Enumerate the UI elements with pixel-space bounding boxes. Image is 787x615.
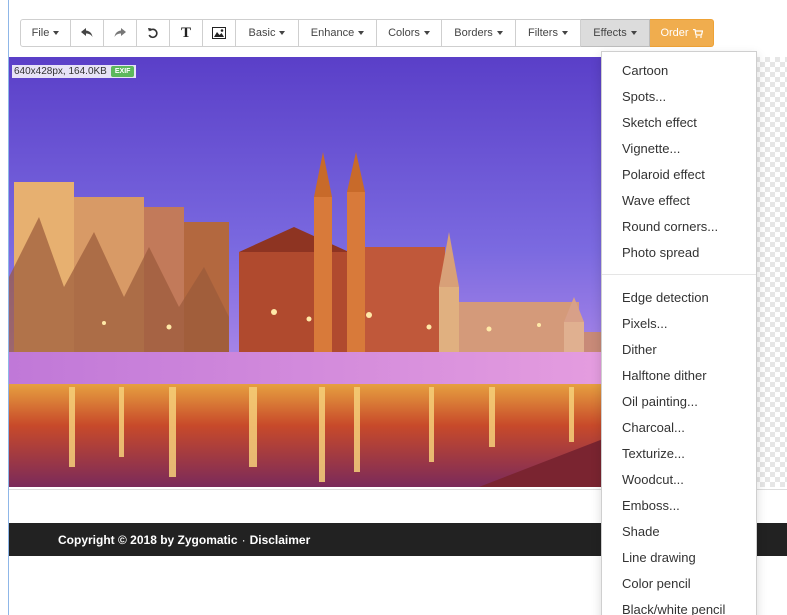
order-button[interactable]: Order [650, 19, 714, 47]
enhance-menu-label: Enhance [310, 27, 355, 39]
menu-item-black-white-pencil[interactable]: Black/white pencil [602, 597, 756, 615]
file-menu-button[interactable]: File [20, 19, 71, 47]
menu-item-emboss[interactable]: Emboss... [602, 493, 756, 519]
menu-item-wave-effect[interactable]: Wave effect [602, 188, 756, 214]
image-icon [212, 27, 226, 39]
effects-dropdown-menu: Cartoon Spots... Sketch effect Vignette.… [601, 51, 757, 615]
borders-menu-label: Borders [454, 27, 493, 39]
enhance-menu-button[interactable]: Enhance [299, 19, 377, 47]
menu-item-color-pencil[interactable]: Color pencil [602, 571, 756, 597]
menu-item-shade[interactable]: Shade [602, 519, 756, 545]
menu-item-halftone-dither[interactable]: Halftone dither [602, 363, 756, 389]
image-size-text: 640x428px, 164.0KB [14, 66, 107, 77]
caret-down-icon [279, 31, 286, 35]
text-tool-button[interactable]: T [170, 19, 203, 47]
menu-item-woodcut[interactable]: Woodcut... [602, 467, 756, 493]
colors-menu-button[interactable]: Colors [377, 19, 442, 47]
borders-menu-button[interactable]: Borders [442, 19, 516, 47]
menu-item-edge-detection[interactable]: Edge detection [602, 285, 756, 311]
undo-icon [81, 28, 93, 37]
redo-icon [114, 28, 126, 37]
colors-menu-label: Colors [388, 27, 420, 39]
order-label: Order [660, 27, 689, 39]
caret-down-icon [630, 31, 637, 35]
rotate-button[interactable] [137, 19, 170, 47]
menu-item-cartoon[interactable]: Cartoon [602, 58, 756, 84]
rotate-icon [148, 28, 158, 39]
caret-down-icon [561, 31, 568, 35]
caret-down-icon [53, 31, 60, 35]
undo-button[interactable] [71, 19, 104, 47]
exif-badge[interactable]: EXIF [110, 66, 135, 77]
image-info: 640x428px, 164.0KB EXIF [12, 65, 137, 78]
copyright-text: Copyright © 2018 by Zygomatic [58, 532, 238, 547]
menu-item-pixels[interactable]: Pixels... [602, 311, 756, 337]
footer-separator: · [241, 532, 246, 547]
caret-down-icon [496, 31, 503, 35]
basic-menu-button[interactable]: Basic [236, 19, 299, 47]
menu-item-vignette[interactable]: Vignette... [602, 136, 756, 162]
editor-toolbar: File T Basic Enhance Colors Borders Filt… [20, 19, 714, 47]
effects-menu-button[interactable]: Effects [581, 19, 650, 47]
menu-item-round-corners[interactable]: Round corners... [602, 214, 756, 240]
menu-divider [602, 274, 756, 275]
menu-item-oil-painting[interactable]: Oil painting... [602, 389, 756, 415]
disclaimer-link[interactable]: Disclaimer [250, 533, 311, 547]
menu-item-texturize[interactable]: Texturize... [602, 441, 756, 467]
text-icon: T [180, 24, 191, 41]
caret-down-icon [358, 31, 365, 35]
menu-item-polaroid-effect[interactable]: Polaroid effect [602, 162, 756, 188]
menu-item-sketch-effect[interactable]: Sketch effect [602, 110, 756, 136]
menu-item-line-drawing[interactable]: Line drawing [602, 545, 756, 571]
filters-menu-button[interactable]: Filters [516, 19, 581, 47]
menu-item-dither[interactable]: Dither [602, 337, 756, 363]
effects-menu-label: Effects [593, 27, 627, 39]
filters-menu-label: Filters [528, 27, 558, 39]
menu-item-spots[interactable]: Spots... [602, 84, 756, 110]
edited-photo[interactable] [9, 57, 660, 487]
menu-item-photo-spread[interactable]: Photo spread [602, 240, 756, 266]
effects-group-artistic: Edge detection Pixels... Dither Halftone… [602, 285, 756, 615]
basic-menu-label: Basic [248, 27, 276, 39]
cart-icon [692, 28, 703, 38]
effects-group-basic: Cartoon Spots... Sketch effect Vignette.… [602, 58, 756, 266]
file-menu-label: File [31, 27, 50, 39]
menu-item-charcoal[interactable]: Charcoal... [602, 415, 756, 441]
insert-image-button[interactable] [203, 19, 236, 47]
caret-down-icon [423, 31, 430, 35]
redo-button[interactable] [104, 19, 137, 47]
photo-graphic [9, 57, 660, 487]
